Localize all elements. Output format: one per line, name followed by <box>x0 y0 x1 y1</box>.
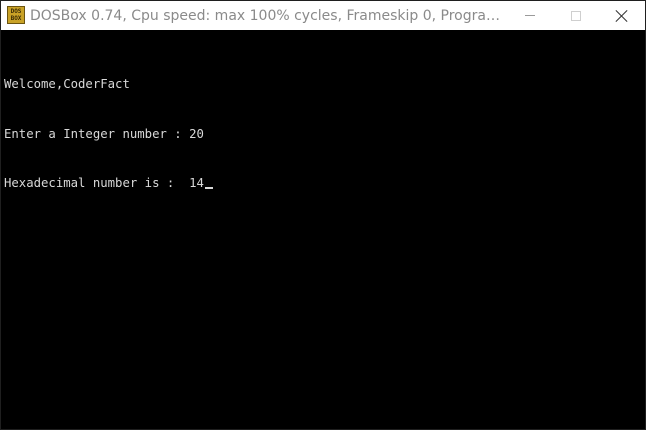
console-line-input-prompt: Enter a Integer number : 20 <box>4 126 204 141</box>
maximize-button[interactable] <box>553 1 599 30</box>
app-icon-text-top: DOS <box>10 8 22 15</box>
dos-console[interactable]: Welcome,CoderFact Enter a Integer number… <box>1 30 645 429</box>
app-icon-text-bottom: BOX <box>10 15 22 22</box>
title-bar[interactable]: DOS BOX DOSBox 0.74, Cpu speed: max 100%… <box>1 1 645 30</box>
dosbox-app-icon[interactable]: DOS BOX <box>7 6 25 24</box>
minimize-icon <box>525 15 535 16</box>
console-line-welcome: Welcome,CoderFact <box>4 77 130 91</box>
dosbox-window: DOS BOX DOSBox 0.74, Cpu speed: max 100%… <box>0 0 646 430</box>
window-title: DOSBox 0.74, Cpu speed: max 100% cycles,… <box>30 8 500 24</box>
close-icon <box>616 10 628 22</box>
maximize-icon <box>571 10 581 21</box>
close-button[interactable] <box>599 1 645 30</box>
text-cursor <box>204 187 213 189</box>
minimize-button[interactable] <box>507 1 553 30</box>
console-result-text: Hexadecimal number is : 14 <box>4 176 204 190</box>
console-line-result: Hexadecimal number is : 14 <box>4 175 645 192</box>
